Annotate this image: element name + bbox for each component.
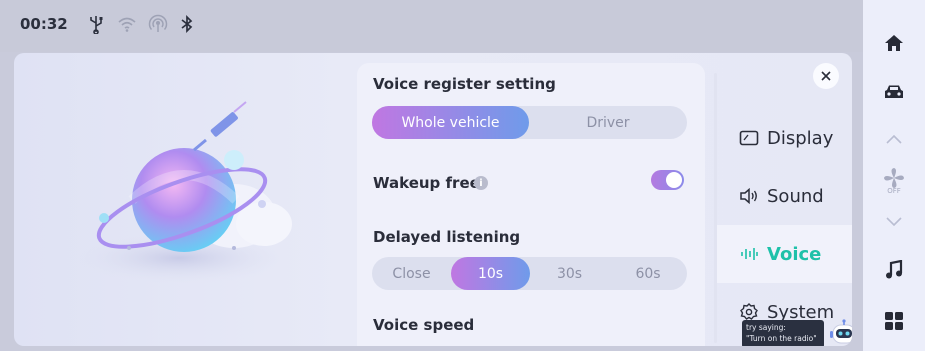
voice-settings-panel: Voice register setting Whole vehicle Dri…	[14, 53, 852, 346]
option-10s[interactable]: 10s	[451, 257, 530, 290]
music-icon	[886, 260, 903, 279]
fan-down-button[interactable]	[863, 210, 925, 232]
home-icon	[885, 35, 903, 51]
nav-item-display[interactable]: Display	[717, 109, 852, 167]
speaker-icon	[740, 188, 757, 204]
hint-line2: "Turn on the radio"	[746, 334, 817, 343]
fan-control[interactable]: OFF	[863, 160, 925, 202]
fan-icon	[884, 168, 904, 188]
option-whole-vehicle[interactable]: Whole vehicle	[372, 106, 529, 139]
sidebar-item-home[interactable]	[863, 28, 925, 58]
status-bar: 00:32	[0, 0, 863, 52]
apps-grid-icon	[885, 312, 903, 330]
display-icon	[739, 130, 759, 146]
info-icon[interactable]: i	[474, 176, 488, 190]
chevron-up-icon	[886, 134, 902, 144]
voice-wave-icon	[741, 248, 758, 260]
close-button[interactable]	[813, 63, 839, 89]
nav-item-voice[interactable]: Voice	[717, 225, 852, 283]
option-60s[interactable]: 60s	[609, 257, 687, 290]
nav-label: Voice	[767, 243, 822, 265]
assistant-robot-icon[interactable]	[827, 319, 852, 346]
fan-up-button[interactable]	[863, 128, 925, 150]
usb-icon	[90, 16, 103, 34]
voice-register-segmented: Whole vehicle Driver	[372, 106, 687, 139]
planet-illustration	[74, 101, 292, 284]
nav-label: Display	[767, 127, 834, 149]
toggle-knob	[666, 172, 682, 188]
sidebar-item-apps[interactable]	[863, 306, 925, 336]
option-30s[interactable]: 30s	[530, 257, 609, 290]
settings-card: Voice register setting Whole vehicle Dri…	[357, 63, 705, 346]
nav-label: Sound	[767, 185, 824, 207]
wakeup-free-toggle[interactable]	[651, 170, 684, 190]
bluetooth-icon	[181, 14, 193, 34]
nav-item-sound[interactable]: Sound	[717, 167, 852, 225]
car-icon	[885, 85, 903, 98]
option-close[interactable]: Close	[372, 257, 451, 290]
delayed-listening-segmented: Close 10s 30s 60s	[372, 257, 687, 290]
chevron-down-icon	[886, 216, 902, 226]
status-time: 00:32	[20, 15, 68, 33]
gear-icon	[740, 303, 758, 320]
wifi-icon	[118, 17, 136, 32]
hint-line1: try saying:	[746, 323, 786, 332]
assistant-hint: try saying: "Turn on the radio"	[742, 320, 824, 346]
hotspot-icon	[148, 14, 168, 32]
voice-speed-title: Voice speed	[373, 316, 475, 334]
close-icon	[821, 71, 831, 81]
option-driver[interactable]: Driver	[529, 106, 687, 139]
voice-register-title: Voice register setting	[373, 75, 556, 93]
delayed-listening-title: Delayed listening	[373, 228, 521, 246]
right-sidebar: OFF	[863, 0, 925, 351]
sidebar-item-music[interactable]	[863, 255, 925, 285]
sidebar-item-car[interactable]	[863, 77, 925, 107]
wakeup-free-title: Wakeup free	[373, 174, 480, 192]
fan-status-label: OFF	[887, 187, 901, 195]
